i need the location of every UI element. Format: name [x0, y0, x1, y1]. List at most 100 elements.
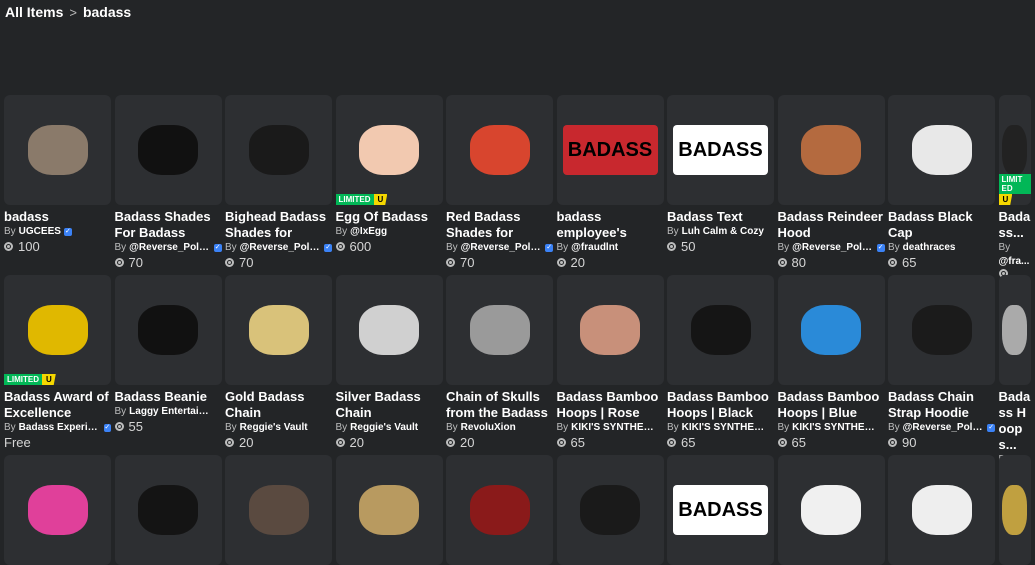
item-name[interactable]: Badass... — [999, 209, 1031, 241]
item-card[interactable]: LIMITED U Badass Award of Excellence By Bada… — [4, 275, 111, 450]
item-thumbnail[interactable] — [4, 455, 111, 565]
item-name[interactable]: Badass Reindeer Hood — [778, 209, 885, 241]
item-card[interactable]: Badass Shades For Badass By @Reverse_Polar… — [114, 95, 222, 270]
item-thumbnail[interactable] — [888, 455, 995, 565]
item-name[interactable]: Chain of Skulls from the Badass — [446, 389, 553, 421]
item-card[interactable]: Bighead Badass Shades for By @Reverse_Pola… — [225, 95, 332, 270]
creator-name[interactable]: RevoluXion — [461, 422, 516, 433]
creator-name[interactable]: @Reverse_Polar... — [240, 242, 322, 253]
item-thumbnail[interactable] — [998, 275, 1031, 385]
creator-name[interactable]: KIKI'S SYNTHETICS — [792, 422, 876, 433]
item-card[interactable]: badass By UGCEES ✓ 100 — [4, 95, 111, 254]
item-thumbnail[interactable] — [446, 95, 553, 205]
item-name[interactable]: Badass Bamboo Hoops | Black — [667, 389, 774, 421]
item-thumbnail[interactable]: LIMITED U — [335, 95, 443, 205]
creator-name[interactable]: UGCEES — [19, 226, 61, 237]
creator-name[interactable]: @Reverse_Polar... — [903, 422, 985, 433]
item-thumbnail[interactable] — [446, 455, 553, 565]
creator-name[interactable]: @Reverse_Polar... — [461, 242, 543, 253]
item-card[interactable]: BADASS Badass Text By Luh Calm & Cozy 50 — [667, 95, 774, 254]
item-name[interactable]: Badass Black Cap — [888, 209, 995, 241]
item-card[interactable] — [888, 455, 995, 565]
item-name[interactable]: Red Badass Shades for — [446, 209, 553, 241]
item-thumbnail[interactable]: BADASS — [667, 455, 774, 565]
item-card[interactable]: Badass Beanie By Laggy Entertainm... 55 — [114, 275, 222, 434]
item-card[interactable]: Badass Reindeer Hood By @Reverse_Polar... ✓… — [777, 95, 885, 270]
item-thumbnail[interactable] — [777, 95, 885, 205]
item-thumbnail[interactable] — [225, 455, 332, 565]
item-card[interactable] — [225, 455, 332, 565]
item-card[interactable]: LIMITED U Egg Of Badass By @IxEgg 600 — [335, 95, 443, 254]
item-card[interactable]: BADASS badass employee's By @fraudlnt 20 — [556, 95, 664, 270]
item-thumbnail[interactable] — [667, 275, 774, 385]
item-card[interactable]: Badass Bamboo Hoops | Rose By KIKI'S SYNTH… — [556, 275, 664, 450]
creator-name[interactable]: @Reverse_Polar... — [129, 242, 211, 253]
item-thumbnail[interactable]: BADASS — [556, 95, 664, 205]
creator-name[interactable]: @Reverse_Polar... — [792, 242, 874, 253]
item-card[interactable] — [335, 455, 443, 565]
item-card[interactable]: Silver Badass Chain By Reggie's Vault 20 — [335, 275, 443, 450]
item-card[interactable]: Red Badass Shades for By @Reverse_Polar...… — [446, 95, 553, 270]
creator-name[interactable]: KIKI'S SYNTHETICS — [682, 422, 766, 433]
item-name[interactable]: Badass Hoops... — [999, 389, 1031, 453]
item-card[interactable]: Chain of Skulls from the Badass By RevoluX… — [446, 275, 553, 450]
item-thumbnail[interactable]: LIMITED U — [998, 95, 1031, 205]
item-thumbnail[interactable] — [4, 95, 111, 205]
item-name[interactable]: Bighead Badass Shades for — [225, 209, 332, 241]
item-card[interactable] — [556, 455, 664, 565]
item-thumbnail[interactable] — [446, 275, 553, 385]
creator-name[interactable]: Laggy Entertainm... — [129, 406, 213, 417]
item-card[interactable]: Badass Bamboo Hoops | Blue By KIKI'S SYNTH… — [777, 275, 885, 450]
item-thumbnail[interactable] — [888, 275, 995, 385]
item-card[interactable] — [114, 455, 222, 565]
item-name[interactable]: badass employee's — [557, 209, 664, 241]
item-card[interactable] — [4, 455, 111, 565]
item-card[interactable]: Gold Badass Chain By Reggie's Vault 20 — [225, 275, 332, 450]
item-name[interactable]: Badass Bamboo Hoops | Blue — [778, 389, 885, 421]
item-name[interactable]: Badass Bamboo Hoops | Rose — [557, 389, 664, 421]
item-thumbnail[interactable] — [225, 275, 332, 385]
item-name[interactable]: Egg Of Badass — [336, 209, 443, 225]
creator-name[interactable]: Badass Experien... — [19, 422, 101, 433]
item-card[interactable]: BADASS — [667, 455, 774, 565]
item-card[interactable] — [777, 455, 885, 565]
item-thumbnail[interactable] — [888, 95, 995, 205]
item-card[interactable]: Badass Black Cap By deathraces 65 — [888, 95, 995, 270]
item-card[interactable]: Badass Chain Strap Hoodie By @Reverse_Pola… — [888, 275, 995, 450]
item-name[interactable]: Gold Badass Chain — [225, 389, 332, 421]
item-name[interactable]: Silver Badass Chain — [336, 389, 443, 421]
item-thumbnail[interactable] — [998, 455, 1031, 565]
item-thumbnail[interactable]: LIMITED U — [4, 275, 111, 385]
item-card[interactable] — [998, 455, 1031, 565]
item-thumbnail[interactable] — [114, 275, 222, 385]
item-name[interactable]: Badass Text — [667, 209, 774, 225]
item-thumbnail[interactable] — [114, 455, 222, 565]
item-thumbnail[interactable]: BADASS — [667, 95, 774, 205]
item-name[interactable]: Badass Shades For Badass — [115, 209, 222, 241]
creator-name[interactable]: @fra... — [999, 256, 1030, 267]
item-card[interactable]: LIMITEDUBadass...By@fra...540 — [998, 95, 1031, 298]
creator-name[interactable]: deathraces — [903, 242, 956, 253]
item-name[interactable]: Badass Chain Strap Hoodie — [888, 389, 995, 421]
creator-name[interactable]: KIKI'S SYNTHETICS — [571, 422, 655, 433]
item-creator: By Luh Calm & Cozy — [667, 226, 774, 237]
item-card[interactable]: Badass Bamboo Hoops | Black By KIKI'S SYNT… — [667, 275, 774, 450]
item-thumbnail[interactable] — [335, 455, 443, 565]
item-name[interactable]: Badass Beanie — [115, 389, 222, 405]
item-name[interactable]: badass — [4, 209, 111, 225]
item-thumbnail[interactable] — [777, 455, 885, 565]
item-thumbnail[interactable] — [114, 95, 222, 205]
breadcrumb-all-items[interactable]: All Items — [5, 4, 63, 20]
item-thumbnail[interactable] — [777, 275, 885, 385]
item-thumbnail[interactable] — [556, 455, 664, 565]
creator-name[interactable]: Reggie's Vault — [350, 422, 418, 433]
creator-name[interactable]: Reggie's Vault — [240, 422, 308, 433]
item-thumbnail[interactable] — [335, 275, 443, 385]
item-card[interactable] — [446, 455, 553, 565]
creator-name[interactable]: @fraudlnt — [571, 242, 618, 253]
creator-name[interactable]: Luh Calm & Cozy — [682, 226, 764, 237]
item-thumbnail[interactable] — [225, 95, 332, 205]
item-name[interactable]: Badass Award of Excellence — [4, 389, 111, 421]
creator-name[interactable]: @IxEgg — [350, 226, 387, 237]
item-thumbnail[interactable] — [556, 275, 664, 385]
